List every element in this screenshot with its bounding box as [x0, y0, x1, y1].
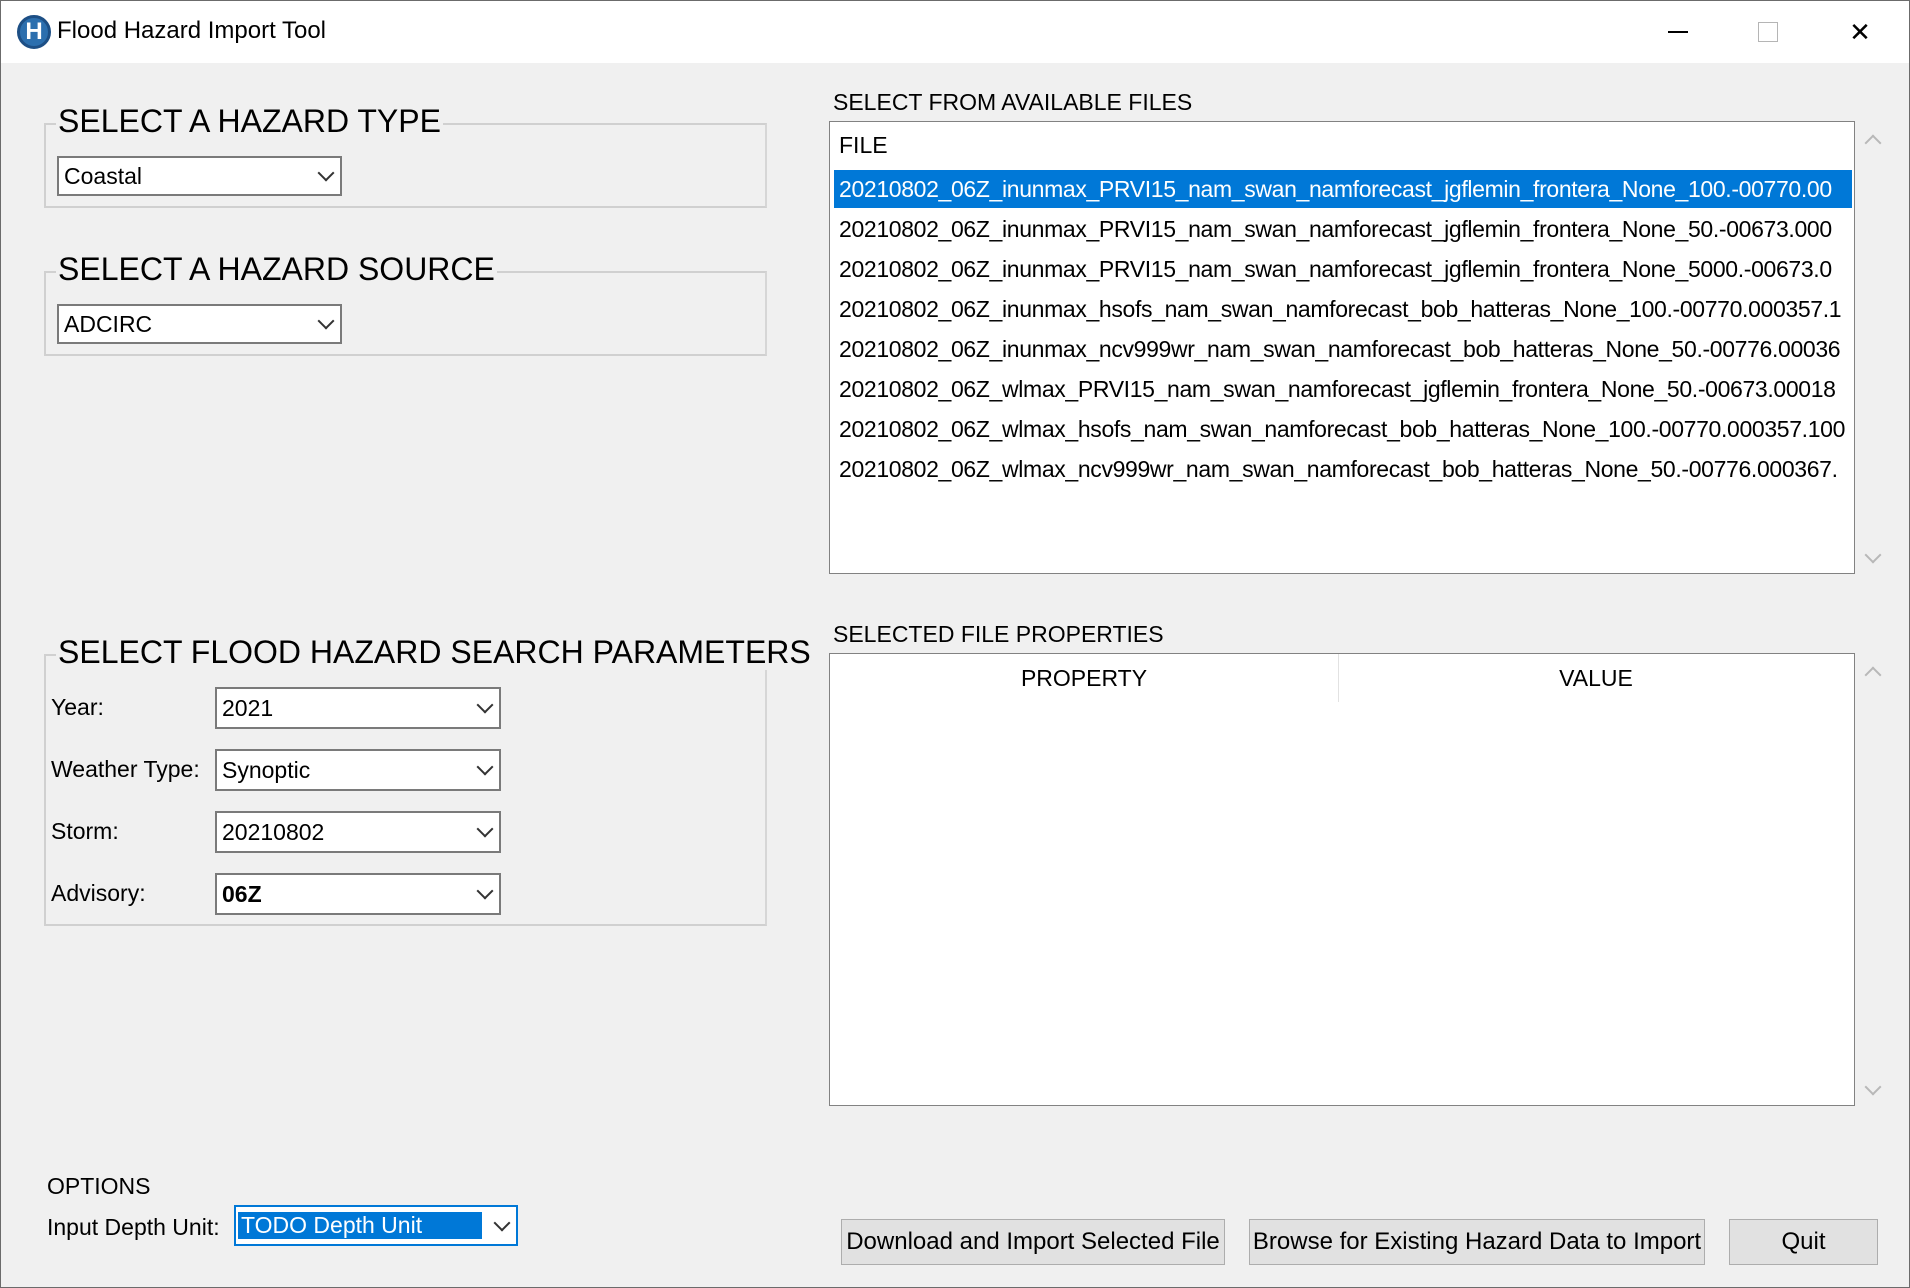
storm-label: Storm:: [51, 818, 119, 844]
browse-existing-button[interactable]: Browse for Existing Hazard Data to Impor…: [1249, 1219, 1705, 1265]
hazard-source-select[interactable]: ADCIRC: [57, 304, 342, 344]
file-list-item[interactable]: 20210802_06Z_inunmax_PRVI15_nam_swan_nam…: [834, 170, 1852, 208]
properties-heading: SELECTED FILE PROPERTIES: [833, 621, 1164, 647]
hazard-source-value: ADCIRC: [64, 310, 153, 337]
depth-unit-select[interactable]: TODO Depth Unit: [234, 1205, 518, 1246]
files-scroll-up-icon[interactable]: [1864, 134, 1882, 152]
chevron-down-icon: [317, 312, 335, 330]
maximize-button[interactable]: [1723, 1, 1813, 63]
chevron-down-icon: [317, 164, 335, 182]
storm-value: 20210802: [222, 818, 325, 845]
advisory-value: 06Z: [222, 880, 262, 907]
files-column-header[interactable]: FILE: [830, 122, 1854, 168]
minimize-button[interactable]: [1633, 1, 1723, 63]
depth-unit-label: Input Depth Unit:: [47, 1214, 220, 1240]
properties-scroll-down-icon[interactable]: [1864, 1078, 1882, 1096]
storm-select[interactable]: 20210802: [215, 811, 501, 853]
file-list-item[interactable]: 20210802_06Z_inunmax_ncv999wr_nam_swan_n…: [834, 330, 1852, 368]
quit-button[interactable]: Quit: [1729, 1219, 1878, 1265]
year-label: Year:: [51, 694, 104, 720]
download-import-button[interactable]: Download and Import Selected File: [841, 1219, 1225, 1265]
value-column-header[interactable]: VALUE: [1339, 654, 1853, 702]
weather-type-label: Weather Type:: [51, 756, 200, 782]
chevron-down-icon: [493, 1214, 511, 1231]
main-window: H Flood Hazard Import Tool ✕ SELECT A HA…: [0, 0, 1910, 1288]
search-params-legend: SELECT FLOOD HAZARD SEARCH PARAMETERS: [56, 634, 813, 670]
minimize-icon: [1668, 31, 1688, 33]
hazard-type-value: Coastal: [64, 162, 142, 189]
hazard-source-legend: SELECT A HAZARD SOURCE: [56, 251, 497, 287]
chevron-down-icon: [476, 758, 494, 776]
chevron-down-icon: [476, 696, 494, 714]
file-list-item[interactable]: 20210802_06Z_wlmax_PRVI15_nam_swan_namfo…: [834, 370, 1852, 408]
title-bar[interactable]: H Flood Hazard Import Tool ✕: [1, 1, 1909, 63]
file-list-item[interactable]: 20210802_06Z_wlmax_ncv999wr_nam_swan_nam…: [834, 450, 1852, 488]
hazard-type-legend: SELECT A HAZARD TYPE: [56, 103, 443, 139]
file-list-item[interactable]: 20210802_06Z_inunmax_hsofs_nam_swan_namf…: [834, 290, 1852, 328]
close-icon: ✕: [1849, 16, 1871, 47]
advisory-label: Advisory:: [51, 880, 146, 906]
chevron-down-icon: [476, 882, 494, 900]
files-scroll-down-icon[interactable]: [1864, 546, 1882, 564]
file-list-item[interactable]: 20210802_06Z_inunmax_PRVI15_nam_swan_nam…: [834, 210, 1852, 248]
files-list[interactable]: FILE 20210802_06Z_inunmax_PRVI15_nam_swa…: [829, 121, 1855, 574]
app-logo-icon: H: [17, 15, 51, 49]
chevron-down-icon: [476, 820, 494, 838]
window-title: Flood Hazard Import Tool: [57, 17, 327, 44]
weather-type-select[interactable]: Synoptic: [215, 749, 501, 791]
file-list-item[interactable]: 20210802_06Z_inunmax_PRVI15_nam_swan_nam…: [834, 250, 1852, 288]
close-button[interactable]: ✕: [1815, 1, 1905, 63]
properties-scroll-up-icon[interactable]: [1864, 666, 1882, 684]
depth-unit-value: TODO Depth Unit: [238, 1212, 482, 1239]
files-heading: SELECT FROM AVAILABLE FILES: [833, 89, 1193, 115]
options-heading: OPTIONS: [47, 1173, 151, 1199]
weather-type-value: Synoptic: [222, 756, 311, 783]
property-column-header[interactable]: PROPERTY: [830, 654, 1338, 702]
properties-table[interactable]: PROPERTY VALUE: [829, 653, 1855, 1106]
maximize-icon: [1758, 22, 1778, 42]
hazard-type-select[interactable]: Coastal: [57, 156, 342, 196]
year-value: 2021: [222, 694, 274, 721]
advisory-select[interactable]: 06Z: [215, 873, 501, 915]
file-list-item[interactable]: 20210802_06Z_wlmax_hsofs_nam_swan_namfor…: [834, 410, 1852, 448]
year-select[interactable]: 2021: [215, 687, 501, 729]
